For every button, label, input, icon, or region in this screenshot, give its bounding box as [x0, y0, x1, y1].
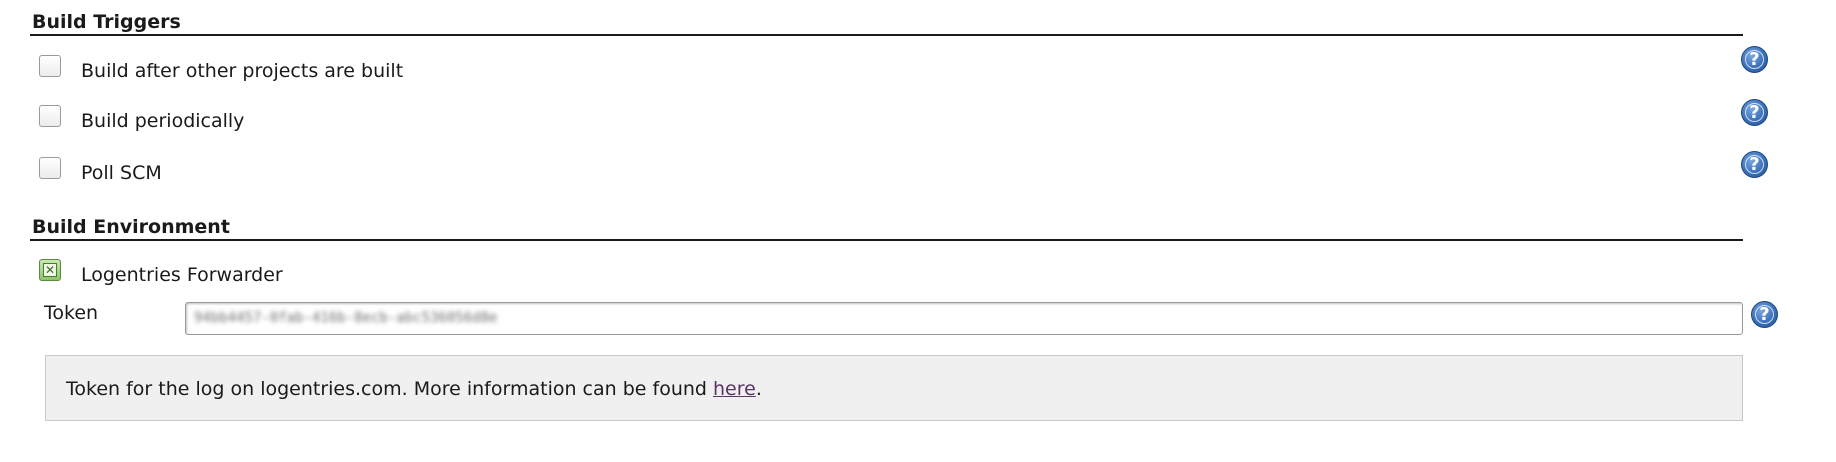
help-question-icon[interactable]: ? — [1741, 46, 1768, 73]
help-question-icon[interactable]: ? — [1741, 99, 1768, 126]
build-after-other-projects-label[interactable]: Build after other projects are built — [81, 60, 403, 82]
logentries-forwarder-label[interactable]: Logentries Forwarder — [81, 264, 283, 286]
here-link[interactable]: here — [713, 378, 756, 400]
token-input[interactable]: 94bb4457-0fab-416b-8ecb-abc536056d8e — [185, 302, 1743, 335]
token-value: 94bb4457-0fab-416b-8ecb-abc536056d8e — [194, 310, 498, 326]
help-question-icon[interactable]: ? — [1741, 151, 1768, 178]
section-title-build-triggers: Build Triggers — [32, 11, 181, 33]
checked-x-icon: ✕ — [43, 263, 57, 277]
help-question-icon[interactable]: ? — [1751, 301, 1778, 328]
section-title-build-environment: Build Environment — [32, 216, 230, 238]
build-after-other-projects-checkbox[interactable] — [39, 55, 61, 77]
section-header-build-triggers: Build Triggers — [30, 0, 1743, 36]
poll-scm-label[interactable]: Poll SCM — [81, 162, 162, 184]
section-header-build-environment: Build Environment — [30, 205, 1743, 241]
token-help-text: Token for the log on logentries.com. Mor… — [66, 378, 762, 400]
build-periodically-checkbox[interactable] — [39, 105, 61, 127]
build-periodically-label[interactable]: Build periodically — [81, 110, 244, 132]
poll-scm-checkbox[interactable] — [39, 157, 61, 179]
token-help-text-before: Token for the log on logentries.com. Mor… — [66, 378, 714, 400]
logentries-forwarder-checkbox[interactable]: ✕ — [39, 259, 61, 281]
token-help-box: Token for the log on logentries.com. Mor… — [45, 355, 1743, 421]
token-help-text-after: . — [755, 378, 762, 400]
token-label: Token — [44, 302, 99, 324]
